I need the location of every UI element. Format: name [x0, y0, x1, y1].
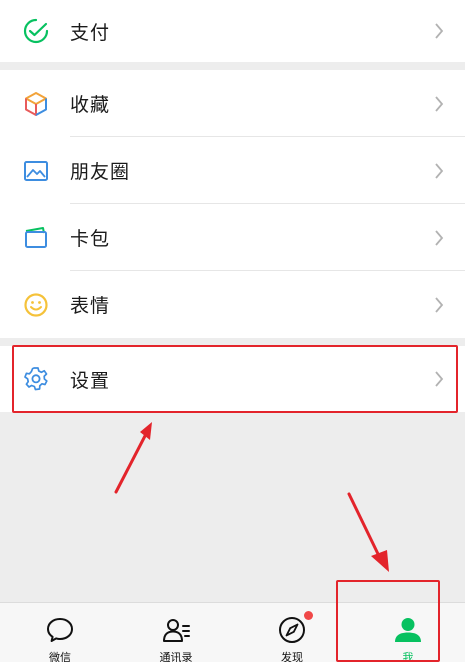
wallet-icon [22, 224, 50, 252]
chevron-right-icon [431, 227, 447, 249]
tab-me[interactable]: 我 [350, 603, 465, 662]
image-icon [22, 157, 50, 185]
menu-item-cards[interactable]: 卡包 [0, 204, 465, 271]
arrow-down-annotation [347, 492, 389, 572]
chevron-right-icon [431, 294, 447, 316]
tab-chats[interactable]: 微信 [2, 603, 118, 662]
bottom-tab-bar: 微信 通讯录 发现 我 [0, 602, 465, 662]
menu-group-pay: 支付 [0, 0, 465, 62]
tab-label: 微信 [49, 651, 71, 662]
arrow-up-annotation [114, 422, 152, 494]
menu-item-moments[interactable]: 朋友圈 [0, 137, 465, 204]
menu-item-label: 表情 [70, 295, 111, 317]
tab-label: 通讯录 [159, 651, 193, 662]
tab-label: 我 [402, 651, 414, 662]
compass-icon [277, 615, 307, 645]
chat-bubble-icon [45, 615, 75, 645]
person-icon [393, 615, 423, 645]
chevron-right-icon [431, 368, 447, 390]
tab-contacts[interactable]: 通讯录 [118, 603, 234, 662]
menu-item-settings[interactable]: 设置 [0, 346, 465, 412]
notification-dot [304, 611, 313, 620]
chevron-right-icon [431, 93, 447, 115]
menu-item-label: 收藏 [70, 94, 111, 116]
chevron-right-icon [431, 160, 447, 182]
menu-item-label: 卡包 [70, 228, 111, 250]
menu-item-pay[interactable]: 支付 [0, 0, 465, 62]
menu-item-label: 支付 [70, 21, 111, 44]
gear-icon [22, 365, 50, 393]
contacts-icon [161, 615, 191, 645]
pay-check-icon [22, 17, 50, 45]
tab-discover[interactable]: 发现 [234, 603, 350, 662]
menu-item-stickers[interactable]: 表情 [0, 271, 465, 338]
chevron-right-icon [431, 20, 447, 42]
me-page: 支付 收藏 朋友圈 卡包 表情 设置 微信 通讯录 发现 我 [0, 0, 465, 662]
cube-icon [22, 90, 50, 118]
menu-group-main: 收藏 朋友圈 卡包 表情 [0, 70, 465, 338]
menu-item-favorites[interactable]: 收藏 [0, 70, 465, 137]
menu-item-label: 设置 [70, 369, 111, 392]
menu-item-label: 朋友圈 [70, 161, 131, 183]
menu-group-settings: 设置 [0, 346, 465, 412]
tab-label: 发现 [281, 651, 303, 662]
smiley-icon [22, 291, 50, 319]
